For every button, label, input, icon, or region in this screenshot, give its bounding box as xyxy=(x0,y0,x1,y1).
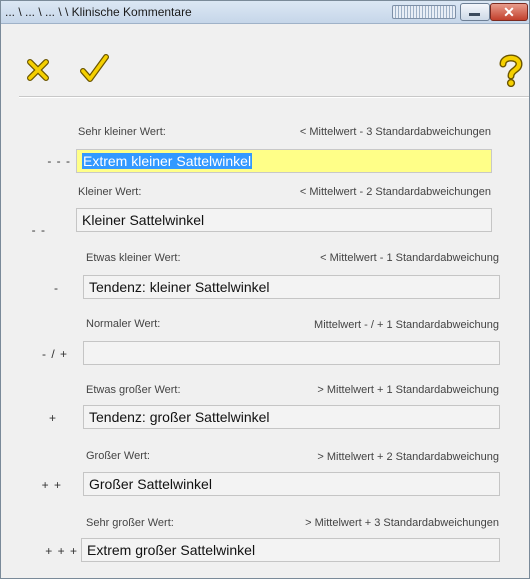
comment-field-small[interactable]: Kleiner Sattelwinkel xyxy=(76,208,492,232)
x-icon xyxy=(27,59,49,81)
selected-text: Extrem kleiner Sattelwinkel xyxy=(82,153,253,169)
comment-field-slightly-small[interactable]: Tendenz: kleiner Sattelwinkel xyxy=(83,275,500,299)
row-label-very-small: Sehr kleiner Wert: xyxy=(78,126,166,138)
comment-field-very-small[interactable]: Extrem kleiner Sattelwinkel xyxy=(76,149,492,173)
minimize-button[interactable] xyxy=(460,3,490,21)
row-label-slightly-large: Etwas großer Wert: xyxy=(86,384,181,396)
row-range-slightly-small: < Mittelwert - 1 Standardabweichung xyxy=(320,252,499,264)
comment-field-slightly-large[interactable]: Tendenz: großer Sattelwinkel xyxy=(83,405,500,429)
ok-button[interactable] xyxy=(79,53,109,83)
question-icon xyxy=(499,54,523,87)
row-symbol-large: + + xyxy=(41,478,62,492)
minimize-icon xyxy=(469,13,480,16)
title-bar-grip[interactable] xyxy=(392,5,456,19)
dialog-window: ... \ ... \ ... \ \ Klinische Kommentare… xyxy=(0,0,530,579)
checkmark-icon xyxy=(80,54,109,82)
row-symbol-very-small: - - - xyxy=(47,154,71,168)
toolbar-separator xyxy=(19,96,529,98)
row-symbol-very-large: + + + xyxy=(45,544,78,558)
row-range-very-small: < Mittelwert - 3 Standardabweichungen xyxy=(299,126,491,138)
cancel-button[interactable] xyxy=(25,57,51,83)
close-button[interactable]: ✕ xyxy=(490,3,528,21)
comment-field-large[interactable]: Großer Sattelwinkel xyxy=(83,472,500,496)
row-range-normal: Mittelwert - / + 1 Standardabweichung xyxy=(314,319,499,331)
row-symbol-slightly-small: - xyxy=(54,281,59,295)
row-symbol-slightly-large: + xyxy=(48,411,57,425)
row-range-slightly-large: > Mittelwert + 1 Standardabweichung xyxy=(317,384,499,396)
help-button[interactable] xyxy=(497,53,525,87)
comment-field-very-large[interactable]: Extrem großer Sattelwinkel xyxy=(81,538,500,562)
row-range-large: > Mittelwert + 2 Standardabweichung xyxy=(317,451,499,463)
title-bar[interactable]: ... \ ... \ ... \ \ Klinische Kommentare… xyxy=(1,1,529,24)
row-label-normal: Normaler Wert: xyxy=(86,318,161,330)
row-label-slightly-small: Etwas kleiner Wert: xyxy=(86,252,181,264)
row-symbol-small: - - xyxy=(31,223,46,237)
row-range-very-large: > Mittelwert + 3 Standardabweichungen xyxy=(305,517,499,529)
row-range-small: < Mittelwert - 2 Standardabweichungen xyxy=(299,186,491,198)
row-label-large: Großer Wert: xyxy=(86,450,150,462)
window-title: ... \ ... \ ... \ \ Klinische Kommentare xyxy=(5,5,192,19)
row-label-small: Kleiner Wert: xyxy=(78,186,142,198)
comment-field-normal[interactable] xyxy=(83,341,500,365)
row-symbol-normal: - / + xyxy=(41,347,68,361)
row-label-very-large: Sehr großer Wert: xyxy=(86,517,174,529)
